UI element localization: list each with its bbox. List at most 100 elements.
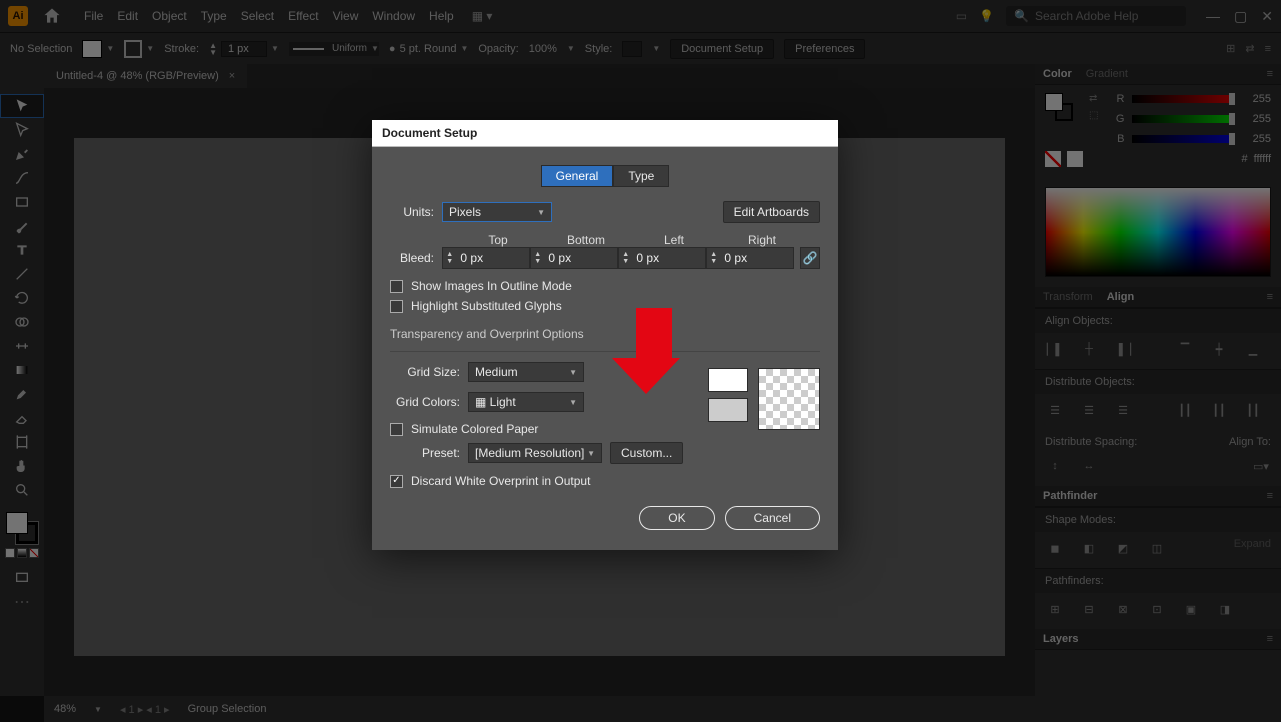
bleed-top[interactable]: ▲▼ <box>442 247 530 269</box>
document-tab[interactable]: Untitled-4 @ 48% (RGB/Preview) × <box>44 64 247 88</box>
tab-transform[interactable]: Transform <box>1043 291 1093 303</box>
mini-fill-stroke[interactable] <box>1045 93 1073 121</box>
dist-vcenter-icon[interactable]: ☰ <box>1079 400 1099 420</box>
unite-icon[interactable]: ◼ <box>1045 538 1065 558</box>
align-right-icon[interactable]: ▐▕ <box>1113 339 1133 359</box>
bleed-bottom[interactable]: ▲▼ <box>530 247 618 269</box>
value-b[interactable]: 255 <box>1243 133 1271 145</box>
divide-icon[interactable]: ⊞ <box>1045 599 1065 619</box>
zoom-level[interactable]: 48% <box>54 703 76 715</box>
crop-icon[interactable]: ⊡ <box>1147 599 1167 619</box>
align-hcenter-icon[interactable]: ┼ <box>1079 339 1099 359</box>
menu-effect[interactable]: Effect <box>288 9 318 23</box>
style-swatch[interactable] <box>622 41 642 57</box>
align-bottom-icon[interactable]: ▁ <box>1243 339 1263 359</box>
intersect-icon[interactable]: ◩ <box>1113 538 1133 558</box>
tab-close-icon[interactable]: × <box>229 70 235 82</box>
align-left-icon[interactable]: ▏▌ <box>1045 339 1065 359</box>
dist-hspace-icon[interactable]: ↔ <box>1079 456 1099 476</box>
none-swatch[interactable] <box>1045 151 1061 167</box>
rotate-tool[interactable] <box>0 286 44 310</box>
close-icon[interactable]: ✕ <box>1261 8 1273 25</box>
preset-select[interactable]: [Medium Resolution]▼ <box>468 443 602 463</box>
opacity-value[interactable]: 100% <box>529 43 557 55</box>
grid-size-select[interactable]: Medium▼ <box>468 362 584 382</box>
shape-builder-tool[interactable] <box>0 310 44 334</box>
pen-tool[interactable] <box>0 142 44 166</box>
swap-icon[interactable]: ⇄ <box>1089 93 1098 104</box>
direct-select-tool[interactable] <box>0 118 44 142</box>
tab-type[interactable]: Type <box>613 165 669 187</box>
align-mini-icon[interactable]: ⊞ <box>1226 42 1235 55</box>
stroke-swatch[interactable] <box>124 40 142 58</box>
cancel-button[interactable]: Cancel <box>725 506 820 530</box>
menu-view[interactable]: View <box>333 9 359 23</box>
menu-select[interactable]: Select <box>241 9 274 23</box>
outline-icon[interactable]: ▣ <box>1181 599 1201 619</box>
panel-menu-icon[interactable]: ≡ <box>1265 43 1271 55</box>
menu-object[interactable]: Object <box>152 9 187 23</box>
arrange-icon[interactable]: ▭ <box>956 9 967 23</box>
zoom-tool[interactable] <box>0 478 44 502</box>
dist-vspace-icon[interactable]: ↕ <box>1045 456 1065 476</box>
dist-bottom-icon[interactable]: ☰ <box>1113 400 1133 420</box>
tab-pathfinder[interactable]: Pathfinder <box>1043 490 1097 502</box>
tab-general[interactable]: General <box>541 165 614 187</box>
panel-menu-icon[interactable]: ≡ <box>1267 490 1273 502</box>
menu-edit[interactable]: Edit <box>117 9 138 23</box>
stroke-profile[interactable]: Uniform▼ <box>289 42 379 56</box>
type-tool[interactable] <box>0 238 44 262</box>
fill-stroke-indicator[interactable] <box>6 512 38 544</box>
value-g[interactable]: 255 <box>1243 113 1271 125</box>
dist-right-icon[interactable]: ┃┃ <box>1243 400 1263 420</box>
slider-b[interactable] <box>1132 135 1235 143</box>
panel-menu-icon[interactable]: ≡ <box>1267 68 1273 80</box>
hand-tool[interactable] <box>0 454 44 478</box>
tips-icon[interactable]: 💡 <box>979 9 994 23</box>
value-r[interactable]: 255 <box>1243 93 1271 105</box>
ok-button[interactable]: OK <box>639 506 714 530</box>
line-tool[interactable] <box>0 262 44 286</box>
merge-icon[interactable]: ⊠ <box>1113 599 1133 619</box>
curvature-tool[interactable] <box>0 166 44 190</box>
default-icon[interactable]: ⬚ <box>1089 110 1098 121</box>
bleed-left[interactable]: ▲▼ <box>618 247 706 269</box>
align-top-icon[interactable]: ▔ <box>1175 339 1195 359</box>
custom-button[interactable]: Custom... <box>610 442 683 464</box>
dist-hcenter-icon[interactable]: ┃┃ <box>1209 400 1229 420</box>
menu-file[interactable]: File <box>84 9 103 23</box>
edit-toolbar-icon[interactable]: ⋯ <box>0 590 44 614</box>
document-setup-button[interactable]: Document Setup <box>670 39 774 59</box>
chk-discard-overprint[interactable]: Discard White Overprint in Output <box>390 474 688 488</box>
trim-icon[interactable]: ⊟ <box>1079 599 1099 619</box>
panel-menu-icon[interactable]: ≡ <box>1267 633 1273 645</box>
minimize-icon[interactable]: — <box>1206 8 1220 25</box>
tab-color[interactable]: Color <box>1043 68 1072 80</box>
selection-tool[interactable] <box>0 94 44 118</box>
preferences-button[interactable]: Preferences <box>784 39 865 59</box>
slider-r[interactable] <box>1132 95 1235 103</box>
slider-g[interactable] <box>1132 115 1235 123</box>
menu-type[interactable]: Type <box>201 9 227 23</box>
chk-outline[interactable]: Show Images In Outline Mode <box>390 279 820 293</box>
dist-top-icon[interactable]: ☰ <box>1045 400 1065 420</box>
help-search[interactable]: 🔍 Search Adobe Help <box>1006 6 1186 26</box>
minus-front-icon[interactable]: ◧ <box>1079 538 1099 558</box>
home-icon[interactable] <box>42 6 62 26</box>
fill-swatch[interactable] <box>82 40 102 58</box>
grid-colors-select[interactable]: ▦ Light▼ <box>468 392 584 412</box>
align-to-icon[interactable]: ▭▾ <box>1251 456 1271 476</box>
brush-def[interactable]: ● 5 pt. Round ▼ <box>389 43 468 55</box>
tab-align[interactable]: Align <box>1107 291 1135 303</box>
dist-left-icon[interactable]: ┃┃ <box>1175 400 1195 420</box>
color-spectrum[interactable] <box>1045 187 1271 277</box>
paintbrush-tool[interactable] <box>0 214 44 238</box>
units-select[interactable]: Pixels▼ <box>442 202 552 222</box>
minus-back-icon[interactable]: ◨ <box>1215 599 1235 619</box>
screen-mode-icon[interactable] <box>0 566 44 590</box>
tab-layers[interactable]: Layers <box>1043 633 1078 645</box>
panel-menu-icon[interactable]: ≡ <box>1267 291 1273 303</box>
tab-gradient[interactable]: Gradient <box>1086 68 1128 80</box>
color-mode-icons[interactable] <box>5 548 39 558</box>
artboard-tool[interactable] <box>0 430 44 454</box>
